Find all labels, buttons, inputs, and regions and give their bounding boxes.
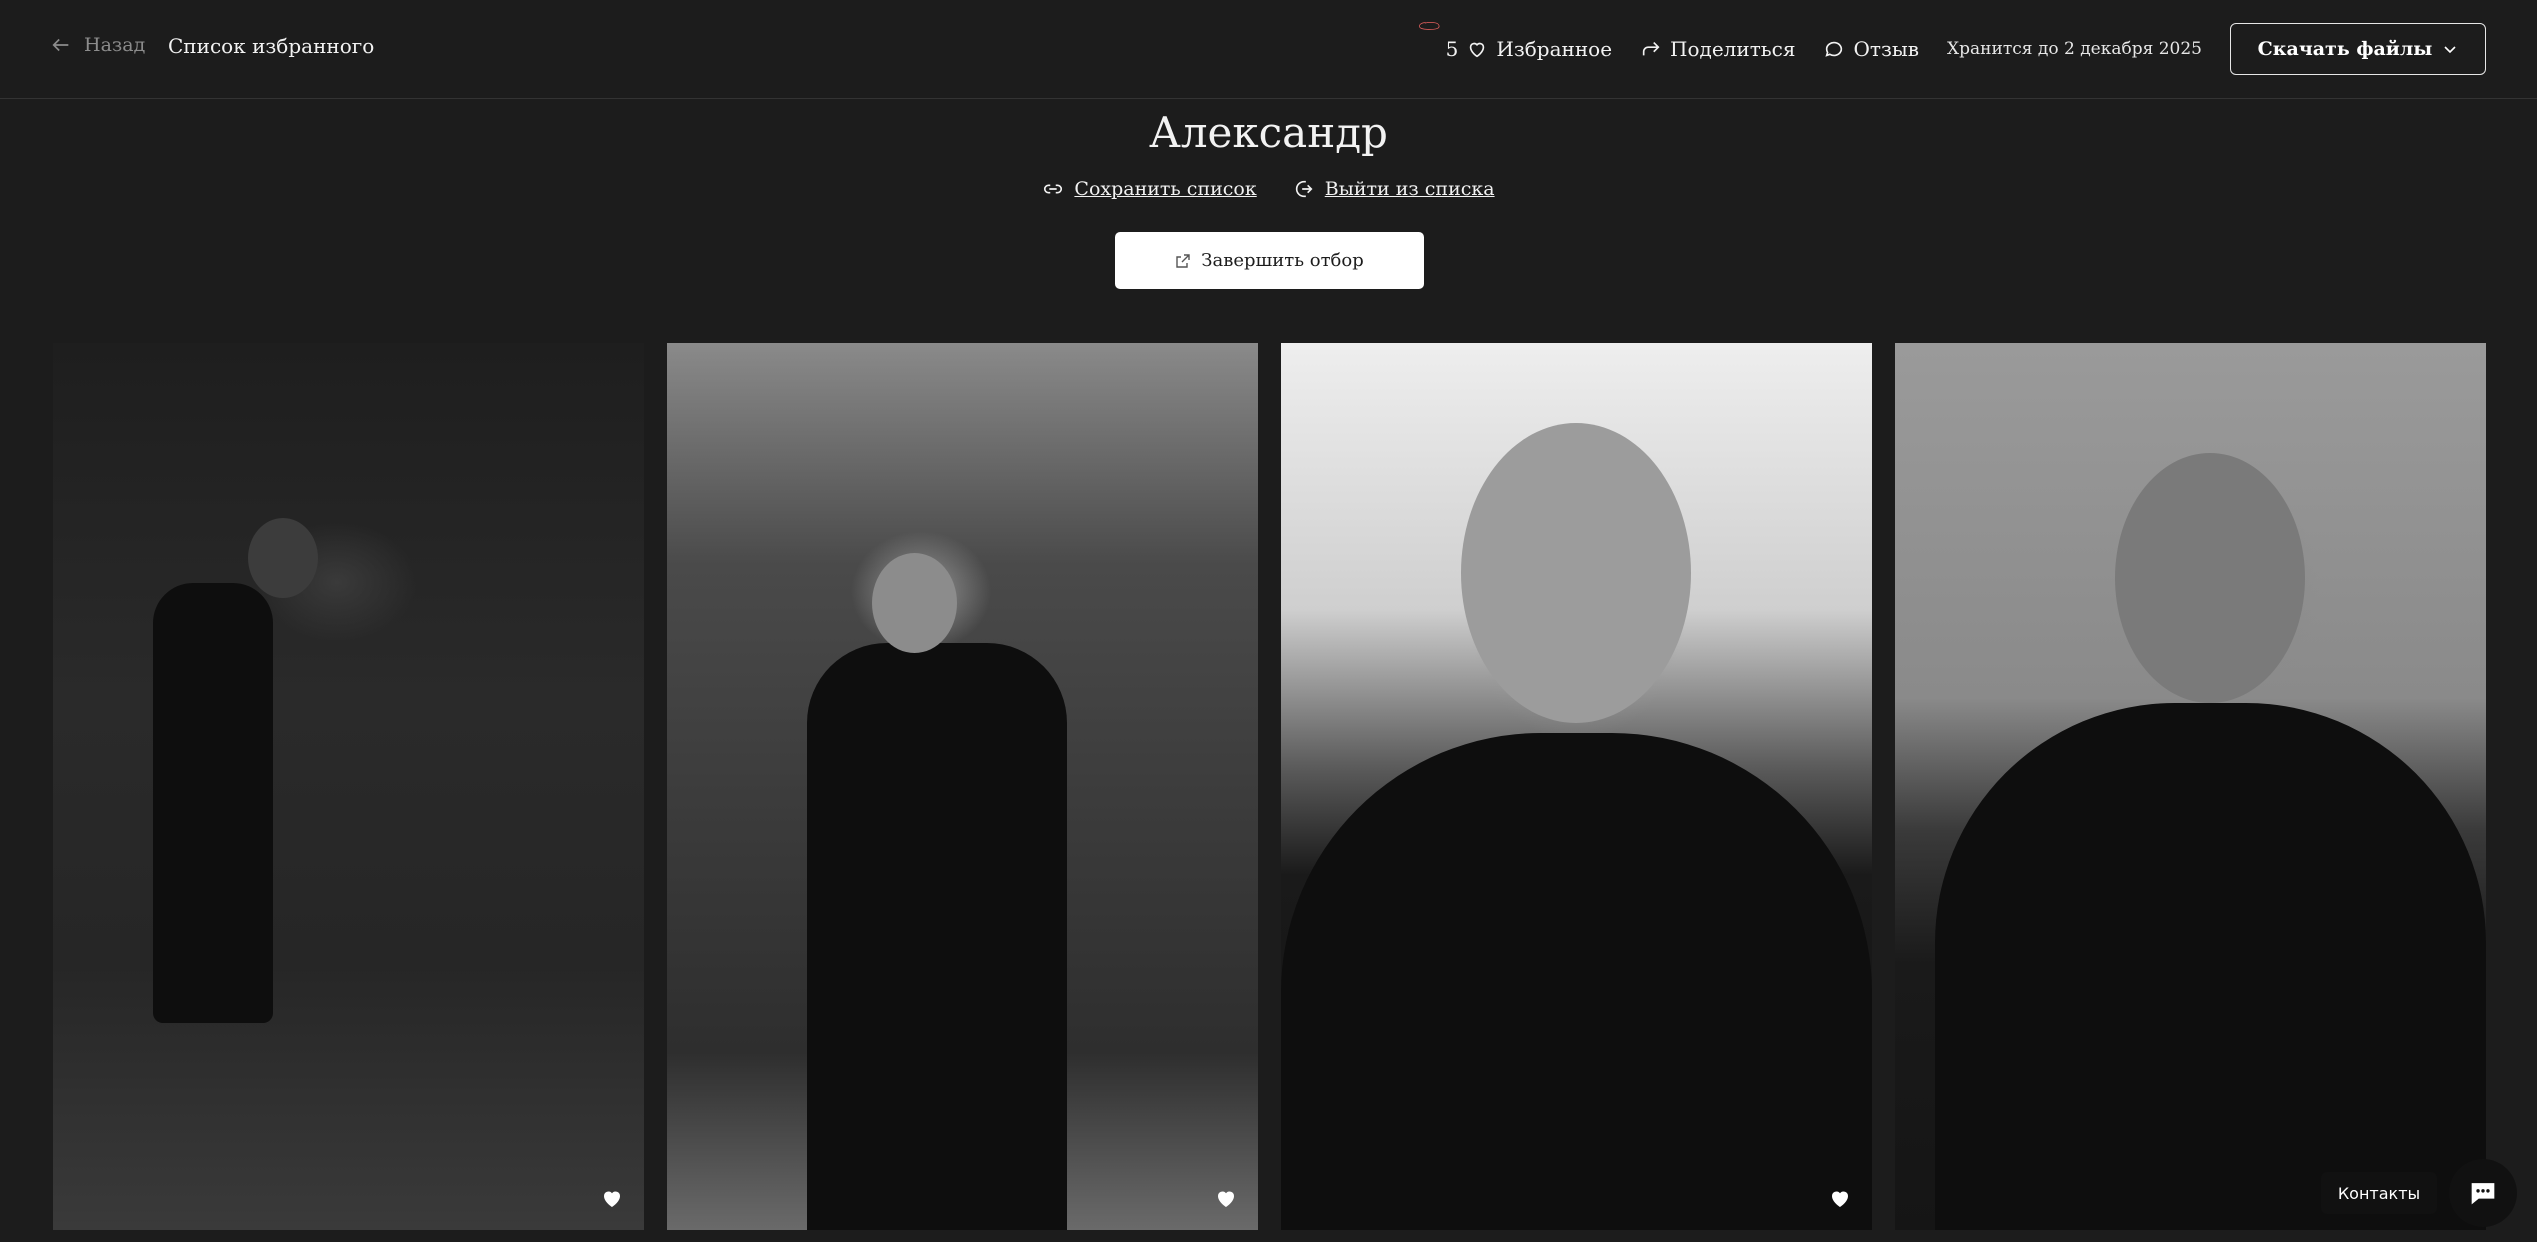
download-files-button[interactable]: Скачать файлы <box>2230 23 2486 75</box>
header-actions: 5 Избранное Поделиться Отзыв Хранится до… <box>1418 22 2486 75</box>
share-label: Поделиться <box>1670 37 1796 61</box>
share-button[interactable]: Поделиться <box>1640 37 1795 61</box>
chat-widget-icon <box>2471 1183 2495 1205</box>
chat-bubble-icon <box>1825 41 1843 57</box>
arrow-left-icon <box>52 38 69 52</box>
exit-icon <box>1295 180 1313 198</box>
photo-3[interactable] <box>1281 343 1872 1230</box>
chevron-down-icon <box>2444 46 2456 54</box>
link-icon <box>1044 184 1063 194</box>
photo-1[interactable] <box>53 343 644 1230</box>
save-list-link[interactable]: Сохранить список <box>1042 178 1257 200</box>
photo-subject-head <box>872 553 957 653</box>
top-bar: Назад Список избранного 5 Избранное Поде… <box>0 0 2537 99</box>
contacts-label[interactable]: Контакты <box>2321 1172 2437 1214</box>
photo-subject <box>807 643 1067 1230</box>
review-label: Отзыв <box>1853 37 1920 61</box>
back-label: Назад <box>84 34 146 56</box>
photo-subject-head <box>1461 423 1691 723</box>
download-label: Скачать файлы <box>2257 38 2433 60</box>
external-link-icon <box>1176 253 1190 268</box>
finish-selection-button[interactable]: Завершить отбор <box>1115 232 1424 289</box>
heart-outline-icon <box>1470 42 1485 58</box>
photo-subject <box>153 583 273 1023</box>
photo-subject <box>1935 703 2486 1230</box>
list-actions: Сохранить список Выйти из списка <box>0 178 2537 200</box>
favorites-label: Избранное <box>1496 37 1613 61</box>
annotation-circle <box>1418 22 1440 30</box>
photo-subject-head <box>248 518 318 598</box>
page-title: Александр <box>1149 108 1388 157</box>
favorites-count: 5 <box>1445 37 1459 61</box>
photo-subject <box>1281 733 1872 1230</box>
heart-filled-icon[interactable] <box>1828 1186 1852 1210</box>
save-list-label: Сохранить список <box>1074 178 1257 200</box>
share-arrow-icon <box>1642 41 1660 56</box>
leave-list-link[interactable]: Выйти из списка <box>1293 178 1495 200</box>
finish-label: Завершить отбор <box>1201 250 1364 271</box>
photo-2[interactable] <box>667 343 1258 1230</box>
heart-filled-icon[interactable] <box>1214 1186 1238 1210</box>
photo-4[interactable] <box>1895 343 2486 1230</box>
storage-expiry: Хранится до 2 декабря 2025 <box>1947 39 2202 59</box>
back-button[interactable]: Назад <box>50 34 145 56</box>
list-title: Список избранного <box>168 34 375 58</box>
favorites-button[interactable]: 5 Избранное <box>1418 22 1613 61</box>
photo-subject-head <box>2115 453 2305 703</box>
heart-filled-icon[interactable] <box>600 1186 624 1210</box>
chat-widget-button[interactable] <box>2449 1159 2517 1227</box>
review-button[interactable]: Отзыв <box>1823 37 1919 61</box>
leave-list-label: Выйти из списка <box>1324 178 1495 200</box>
